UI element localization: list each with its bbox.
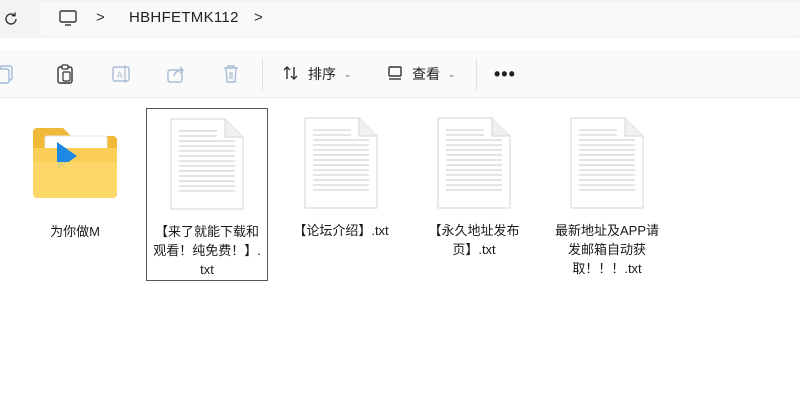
txt-file-icon xyxy=(546,116,668,210)
file-item-txt-selected[interactable]: 【来了就能下载和观看！纯免费！】.txt xyxy=(146,108,268,281)
breadcrumb-current-folder[interactable]: HBHFETMK112 xyxy=(129,9,239,26)
chevron-down-icon: ⌄ xyxy=(448,68,456,79)
txt-file-icon xyxy=(413,116,535,210)
address-bar-row: > HBHFETMK112 > xyxy=(0,0,800,38)
file-name: 【来了就能下载和观看！纯免费！】.txt xyxy=(153,224,261,277)
file-name: 最新地址及APP请发邮箱自动获取！！！.txt xyxy=(554,223,659,276)
command-bar: A 排序 ⌄ 查看 ⌄ ••• xyxy=(0,50,800,98)
delete-icon[interactable] xyxy=(220,63,242,85)
pc-icon[interactable] xyxy=(58,8,78,33)
more-icon[interactable]: ••• xyxy=(494,64,516,85)
folder-icon xyxy=(14,118,136,208)
file-item-txt[interactable]: 【论坛介绍】.txt xyxy=(280,116,402,240)
sort-button[interactable]: 排序 ⌄ xyxy=(282,62,352,86)
view-button[interactable]: 查看 ⌄ xyxy=(386,62,456,86)
view-icon xyxy=(386,64,404,85)
rename-icon[interactable]: A xyxy=(110,63,132,85)
file-item-txt[interactable]: 【永久地址发布页】.txt xyxy=(413,116,535,259)
file-item-txt[interactable]: 最新地址及APP请发邮箱自动获取！！！.txt xyxy=(546,116,668,278)
file-name: 为你做M xyxy=(50,224,100,239)
txt-file-icon xyxy=(280,116,402,210)
file-name: 【永久地址发布页】.txt xyxy=(428,223,520,257)
copy-icon[interactable] xyxy=(0,63,16,85)
sort-label: 排序 xyxy=(308,66,336,82)
sort-icon xyxy=(282,64,300,85)
txt-file-icon xyxy=(147,117,267,211)
breadcrumb-separator[interactable]: > xyxy=(96,9,105,26)
share-icon[interactable] xyxy=(165,63,187,85)
chevron-down-icon: ⌄ xyxy=(344,68,352,79)
file-item-folder[interactable]: 为你做M xyxy=(14,118,136,241)
toolbar-divider xyxy=(262,58,263,90)
breadcrumb-separator[interactable]: > xyxy=(254,9,263,26)
toolbar-divider xyxy=(476,58,477,90)
refresh-icon[interactable] xyxy=(0,8,22,30)
view-label: 查看 xyxy=(412,66,440,82)
svg-text:A: A xyxy=(117,71,124,81)
paste-icon[interactable] xyxy=(54,63,76,85)
file-name: 【论坛介绍】.txt xyxy=(293,223,389,238)
